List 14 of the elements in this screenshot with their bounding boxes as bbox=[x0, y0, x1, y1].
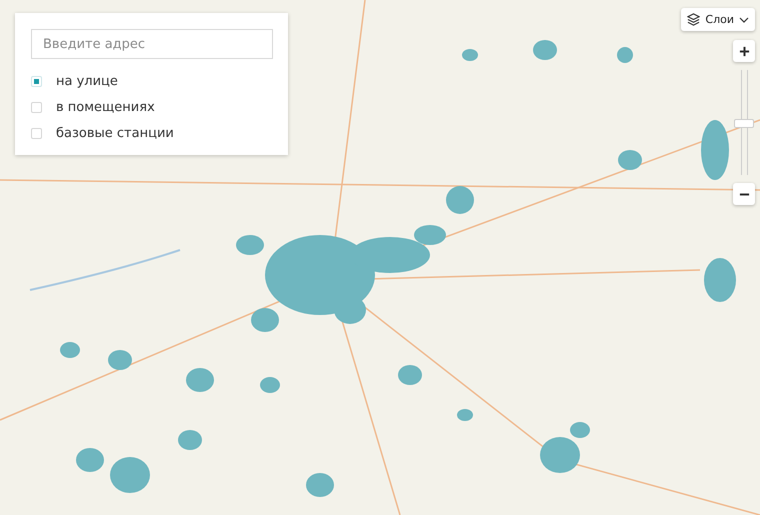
zoom-out-button[interactable] bbox=[733, 183, 755, 205]
caret-icon bbox=[739, 16, 749, 22]
layers-dropdown[interactable]: Слои bbox=[681, 8, 755, 31]
filter-checkbox[interactable] bbox=[31, 128, 42, 138]
filter-checkbox[interactable] bbox=[31, 76, 42, 86]
address-search-field[interactable]: Введите адрес bbox=[31, 29, 273, 59]
filter-label[interactable]: в помещениях bbox=[56, 100, 155, 114]
zoom-slider-handle[interactable] bbox=[734, 119, 754, 128]
plus-icon bbox=[738, 46, 750, 56]
filter-label[interactable]: на улице bbox=[56, 74, 118, 88]
filter-label[interactable]: базовые станции bbox=[56, 126, 174, 140]
layers-icon bbox=[687, 13, 700, 26]
zoom-in-button[interactable] bbox=[733, 40, 755, 62]
filter-checkbox[interactable] bbox=[31, 102, 42, 112]
